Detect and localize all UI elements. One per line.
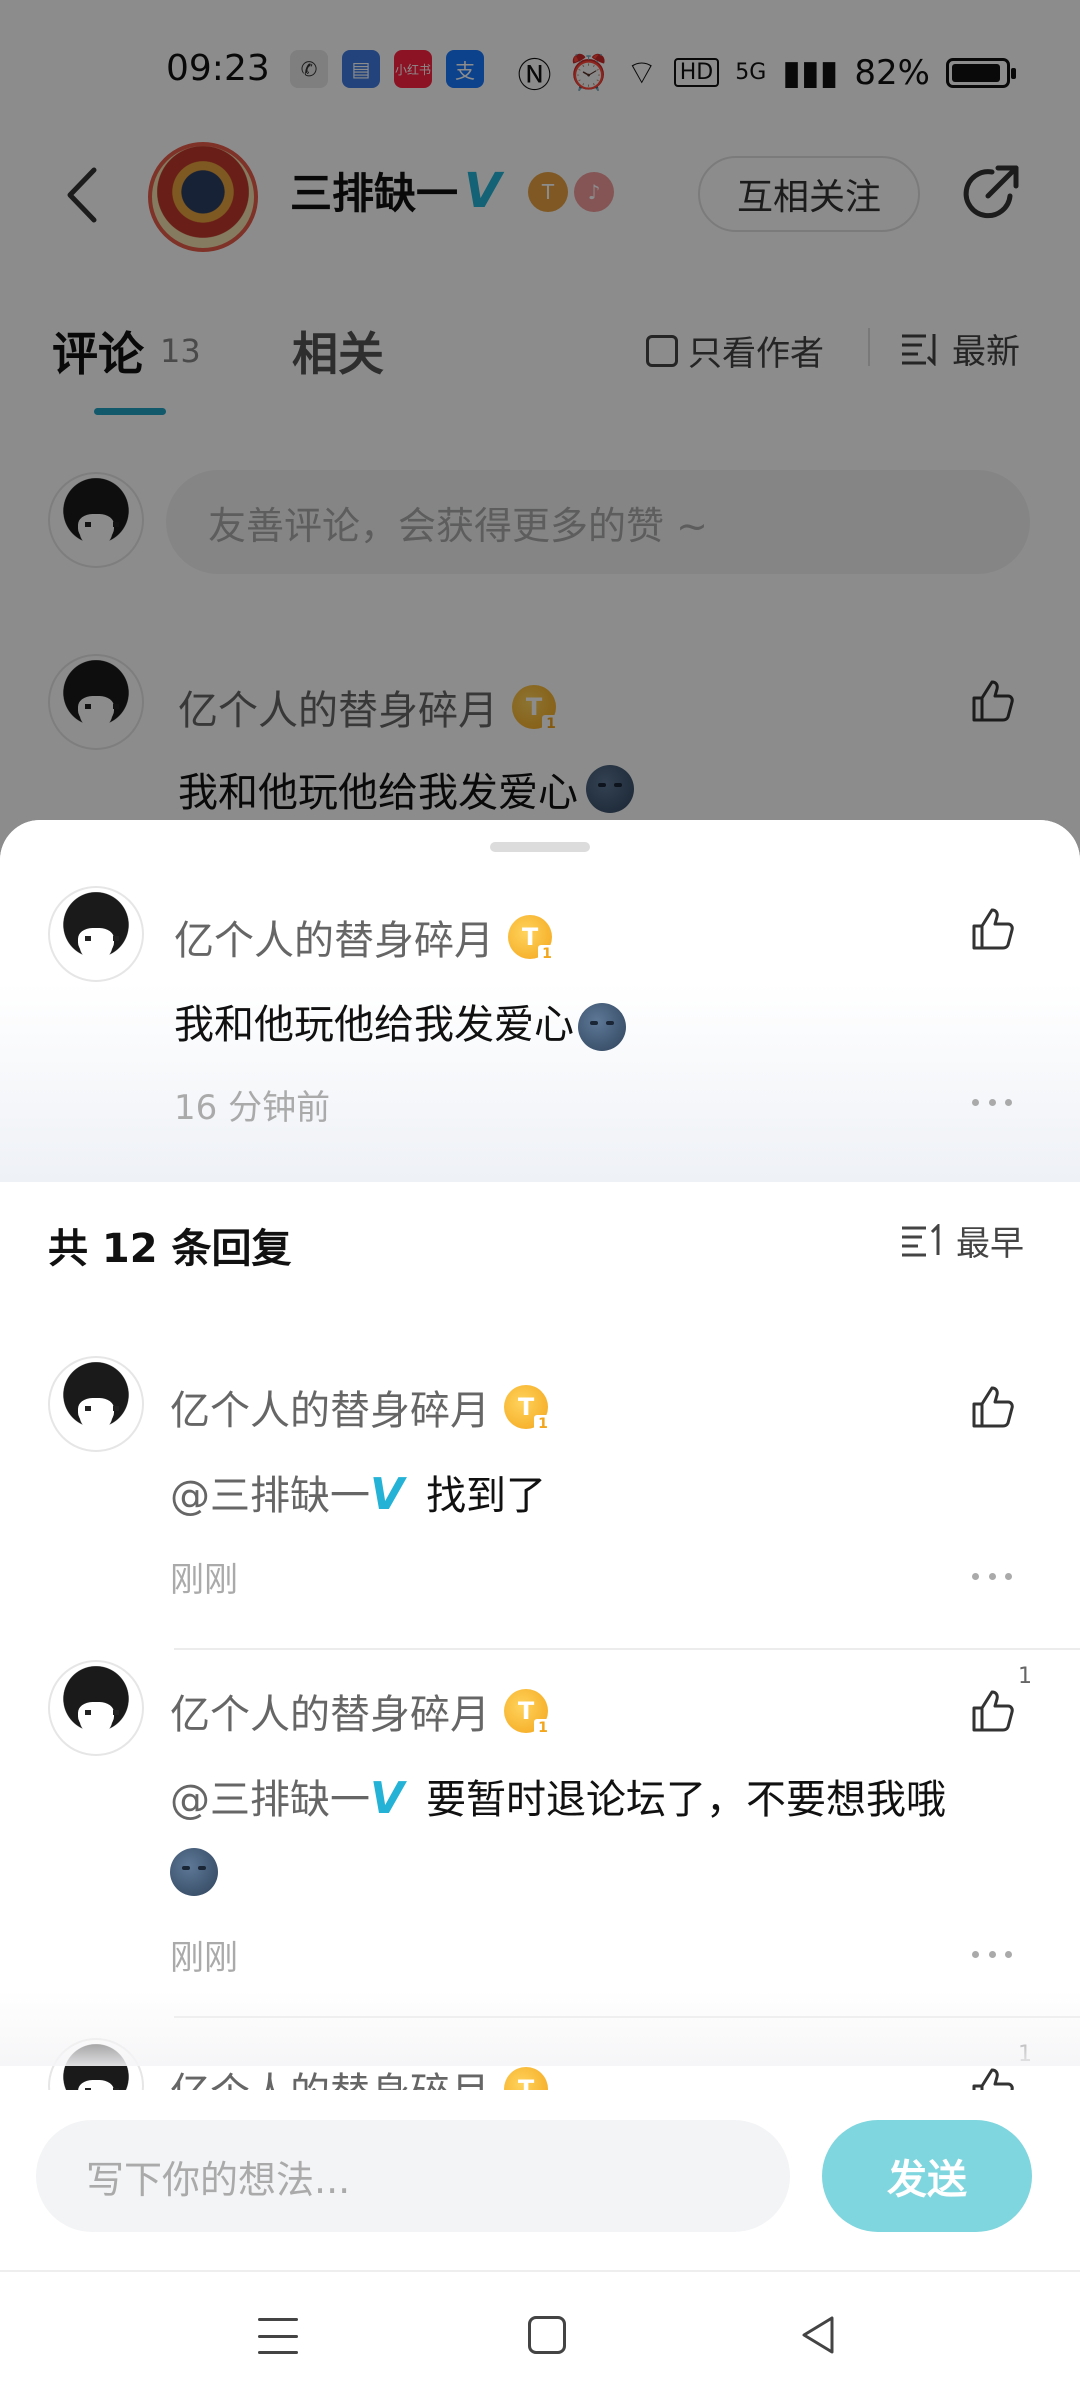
level-badge-icon: T1 xyxy=(504,1385,552,1433)
reply-input-bar: 写下你的想法... 发送 xyxy=(0,2090,1080,2270)
more-options-icon[interactable] xyxy=(972,1096,1012,1108)
reply-input[interactable]: 写下你的想法... xyxy=(36,2120,790,2232)
moon-face-emoji-icon xyxy=(170,1848,218,1896)
reply-divider xyxy=(174,1648,1080,1650)
more-options-icon[interactable] xyxy=(972,1948,1012,1960)
level-badge-icon: T1 xyxy=(508,915,556,963)
comment-time: 16 分钟前 xyxy=(174,1088,331,1128)
reply-time: 刚刚 xyxy=(170,1938,238,1978)
system-nav-bar xyxy=(0,2270,1080,2400)
verified-icon: V xyxy=(370,1469,405,1520)
mention-link[interactable]: @三排缺一 xyxy=(170,1473,370,1519)
replier-name-text: 亿个人的替身碎月 xyxy=(170,1692,490,1738)
commenter-name-text: 亿个人的替身碎月 xyxy=(174,918,494,964)
comment-text-content: 我和他玩他给我发爱心 xyxy=(174,1002,574,1048)
reply-time: 刚刚 xyxy=(170,1560,238,1600)
reply-text: @三排缺一V 找到了 xyxy=(170,1460,1010,1531)
reply-item[interactable]: 亿个人的替身碎月 T1 1 @三排缺一V 要暂时退论坛了，不要想我哦 刚刚 xyxy=(0,1660,1080,2020)
like-icon[interactable] xyxy=(968,904,1018,954)
comment-text: 我和他玩他给我发爱心 xyxy=(174,990,1014,1060)
like-icon[interactable] xyxy=(968,1686,1018,1736)
like-count: 1 xyxy=(1018,1664,1032,1689)
sort-oldest-button[interactable]: 最早 xyxy=(900,1216,1024,1265)
nav-back-icon[interactable] xyxy=(798,2314,838,2356)
sort-label: 最早 xyxy=(956,1224,1024,1264)
reply-text-content: 要暂时退论坛了，不要想我哦 xyxy=(426,1777,947,1823)
moon-face-emoji-icon xyxy=(578,1003,626,1051)
home-icon[interactable] xyxy=(528,2316,566,2354)
main-comment[interactable]: 亿个人的替身碎月 T1 我和他玩他给我发爱心 16 分钟前 xyxy=(0,886,1080,1176)
replier-name-text: 亿个人的替身碎月 xyxy=(170,1388,490,1434)
verified-icon: V xyxy=(370,1773,405,1824)
commenter-avatar[interactable] xyxy=(48,886,144,982)
replies-count: 共 12 条回复 xyxy=(48,1226,292,1272)
reply-text: @三排缺一V 要暂时退论坛了，不要想我哦 xyxy=(170,1764,1010,1905)
replier-name[interactable]: 亿个人的替身碎月 T1 xyxy=(170,1378,552,1436)
reply-item[interactable]: 亿个人的替身碎月 T1 @三排缺一V 找到了 刚刚 xyxy=(0,1356,1080,1656)
like-icon[interactable] xyxy=(968,1382,1018,1432)
replier-avatar[interactable] xyxy=(48,1660,144,1756)
replier-avatar[interactable] xyxy=(48,1356,144,1452)
scroll-fade xyxy=(0,1990,1080,2066)
recent-apps-icon[interactable] xyxy=(258,2318,298,2354)
mention-link[interactable]: @三排缺一 xyxy=(170,1777,370,1823)
reply-sheet: 亿个人的替身碎月 T1 我和他玩他给我发爱心 16 分钟前 共 12 条回复 最… xyxy=(0,820,1080,2400)
sort-icon xyxy=(902,1223,940,1256)
send-button[interactable]: 发送 xyxy=(822,2120,1032,2232)
commenter-name[interactable]: 亿个人的替身碎月 T1 xyxy=(174,908,556,966)
drag-handle[interactable] xyxy=(490,842,590,852)
replies-header: 共 12 条回复 最早 xyxy=(0,1182,1080,1302)
replier-name[interactable]: 亿个人的替身碎月 T1 xyxy=(170,1682,552,1740)
more-options-icon[interactable] xyxy=(972,1570,1012,1582)
level-badge-icon: T1 xyxy=(504,1689,552,1737)
reply-text-content: 找到了 xyxy=(426,1473,547,1519)
